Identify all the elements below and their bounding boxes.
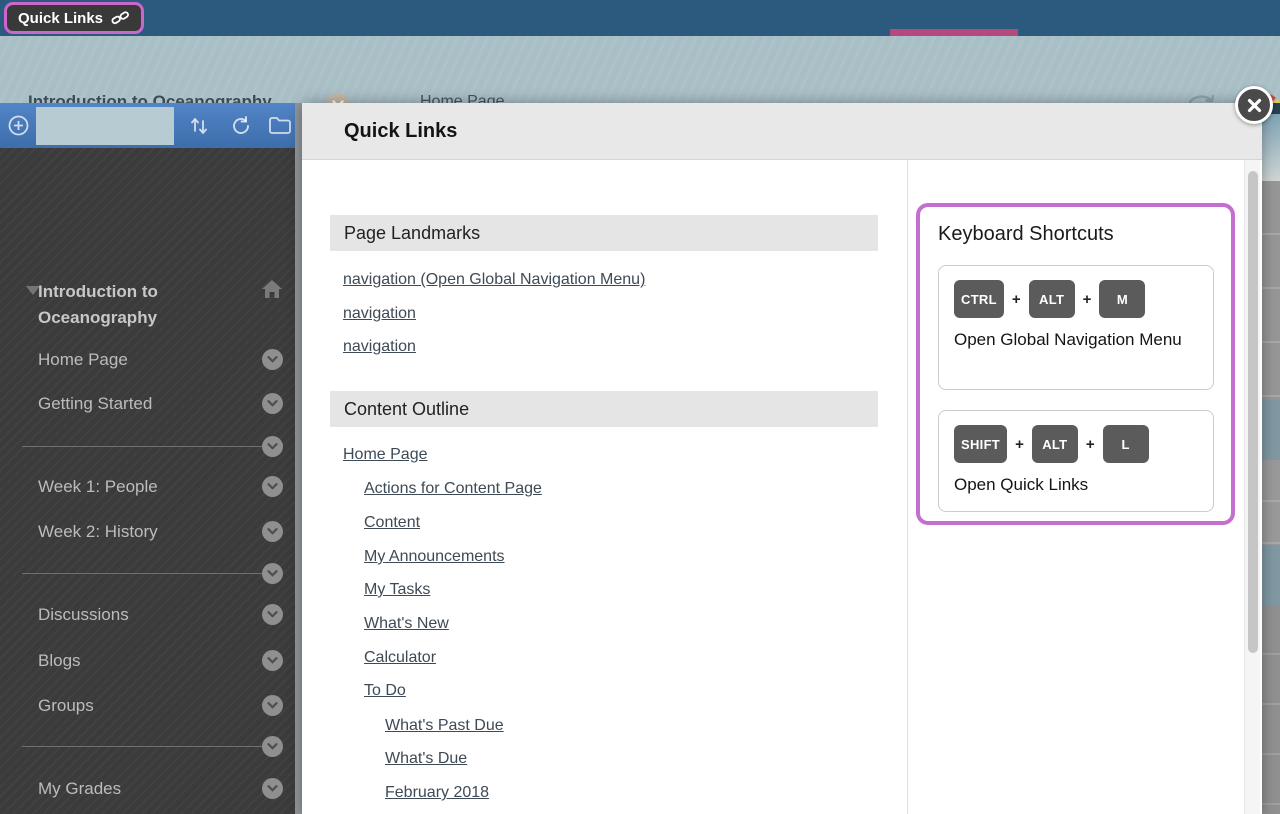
landmark-link[interactable]: navigation bbox=[343, 305, 416, 325]
chevron-down-icon bbox=[267, 528, 278, 535]
keycap-ctrl: CTRL bbox=[954, 280, 1004, 318]
chevron-down-icon bbox=[267, 443, 278, 450]
folder-icon[interactable] bbox=[268, 115, 292, 136]
item-chevron-button[interactable] bbox=[262, 563, 283, 584]
sidebar-item-my-grades[interactable]: My Grades bbox=[38, 779, 248, 800]
chevron-down-icon bbox=[267, 657, 278, 664]
outline-link-whats-past-due[interactable]: What's Past Due bbox=[385, 717, 504, 737]
sidebar-divider bbox=[22, 573, 262, 574]
keycap-shift: SHIFT bbox=[954, 425, 1007, 463]
modal-title: Quick Links bbox=[344, 120, 457, 143]
outline-link-calculator[interactable]: Calculator bbox=[364, 649, 436, 669]
outline-link-my-announcements[interactable]: My Announcements bbox=[364, 548, 505, 568]
outline-link-to-do[interactable]: To Do bbox=[364, 682, 406, 702]
item-chevron-button[interactable] bbox=[262, 476, 283, 497]
sidebar-item-discussions[interactable]: Discussions bbox=[38, 605, 248, 626]
course-menu-sidebar: Introduction to Oceanography Home Page G… bbox=[0, 103, 295, 814]
overlay-gap bbox=[295, 103, 302, 814]
outline-link-content[interactable]: Content bbox=[364, 514, 420, 534]
content-outline-header: Content Outline bbox=[330, 391, 878, 427]
course-menu-toolbar bbox=[0, 103, 295, 148]
keycap-m: M bbox=[1099, 280, 1145, 318]
shortcut-card-quick-links: SHIFT + ALT + L Open Quick Links bbox=[938, 410, 1214, 512]
chevron-down-icon bbox=[267, 743, 278, 750]
screen: Quick Links Introduction to Oceanography… bbox=[0, 0, 1280, 814]
add-circle-icon[interactable] bbox=[8, 115, 29, 136]
keyboard-shortcuts-title: Keyboard Shortcuts bbox=[938, 223, 1114, 246]
chevron-down-icon bbox=[267, 611, 278, 618]
landmark-link[interactable]: navigation (Open Global Navigation Menu) bbox=[343, 271, 645, 291]
modal-header: Quick Links bbox=[302, 103, 1262, 160]
keycap-l: L bbox=[1103, 425, 1149, 463]
sidebar-item-home-page[interactable]: Home Page bbox=[38, 350, 248, 371]
keycap-alt: ALT bbox=[1029, 280, 1075, 318]
sidebar-course-title: Introduction to Oceanography bbox=[38, 279, 238, 331]
active-tab-indicator bbox=[890, 29, 1018, 36]
keyboard-shortcuts-panel: Keyboard Shortcuts CTRL + ALT + M Open G… bbox=[916, 203, 1235, 525]
outline-link-home-page[interactable]: Home Page bbox=[343, 446, 428, 466]
shortcut-label: Open Global Navigation Menu bbox=[954, 327, 1184, 352]
outline-link-actions[interactable]: Actions for Content Page bbox=[364, 480, 542, 500]
page-landmarks-header: Page Landmarks bbox=[330, 215, 878, 251]
quick-links-label: Quick Links bbox=[18, 10, 103, 27]
chevron-down-icon bbox=[267, 356, 278, 363]
shortcut-card-global-nav: CTRL + ALT + M Open Global Navigation Me… bbox=[938, 265, 1214, 390]
item-chevron-button[interactable] bbox=[262, 736, 283, 757]
menu-style-box bbox=[36, 107, 174, 145]
item-chevron-button[interactable] bbox=[262, 695, 283, 716]
chevron-down-icon bbox=[267, 570, 278, 577]
outline-link-my-tasks[interactable]: My Tasks bbox=[364, 581, 430, 601]
chevron-down-icon bbox=[267, 483, 278, 490]
outline-link-february-2018[interactable]: February 2018 bbox=[385, 784, 489, 804]
sidebar-item-week-2[interactable]: Week 2: History bbox=[38, 522, 248, 543]
course-header: Introduction to Oceanography Home Page bbox=[0, 36, 1280, 103]
sidebar-divider bbox=[22, 446, 262, 447]
top-bar: Quick Links bbox=[0, 0, 1280, 36]
outline-link-whats-due[interactable]: What's Due bbox=[385, 750, 467, 770]
item-chevron-button[interactable] bbox=[262, 604, 283, 625]
quick-links-modal: Quick Links Page Landmarks navigation (O… bbox=[302, 103, 1262, 814]
column-divider bbox=[907, 160, 908, 814]
close-icon bbox=[1247, 98, 1262, 113]
chevron-down-icon bbox=[267, 400, 278, 407]
close-button[interactable] bbox=[1235, 86, 1273, 124]
sidebar-divider bbox=[22, 746, 262, 747]
item-chevron-button[interactable] bbox=[262, 349, 283, 370]
modal-scrollbar[interactable] bbox=[1244, 160, 1260, 814]
reorder-arrows-icon[interactable] bbox=[188, 115, 210, 137]
quick-links-button[interactable]: Quick Links bbox=[4, 2, 144, 34]
chevron-down-icon bbox=[267, 785, 278, 792]
item-chevron-button[interactable] bbox=[262, 521, 283, 542]
sidebar-item-week-1[interactable]: Week 1: People bbox=[38, 477, 248, 498]
shortcut-label: Open Quick Links bbox=[954, 472, 1184, 497]
landmark-link[interactable]: navigation bbox=[343, 338, 416, 358]
keycap-alt: ALT bbox=[1032, 425, 1078, 463]
link-icon bbox=[111, 10, 130, 27]
dimmed-page-background bbox=[1262, 103, 1280, 814]
sidebar-item-blogs[interactable]: Blogs bbox=[38, 651, 248, 672]
item-chevron-button[interactable] bbox=[262, 393, 283, 414]
refresh-icon[interactable] bbox=[230, 115, 252, 137]
item-chevron-button[interactable] bbox=[262, 650, 283, 671]
scrollbar-thumb[interactable] bbox=[1248, 171, 1258, 653]
chevron-down-icon bbox=[267, 702, 278, 709]
sidebar-item-groups[interactable]: Groups bbox=[38, 696, 248, 717]
home-icon[interactable] bbox=[261, 279, 283, 299]
item-chevron-button[interactable] bbox=[262, 778, 283, 799]
outline-link-whats-new[interactable]: What's New bbox=[364, 615, 449, 635]
item-chevron-button[interactable] bbox=[262, 436, 283, 457]
sidebar-item-getting-started[interactable]: Getting Started bbox=[38, 394, 248, 415]
